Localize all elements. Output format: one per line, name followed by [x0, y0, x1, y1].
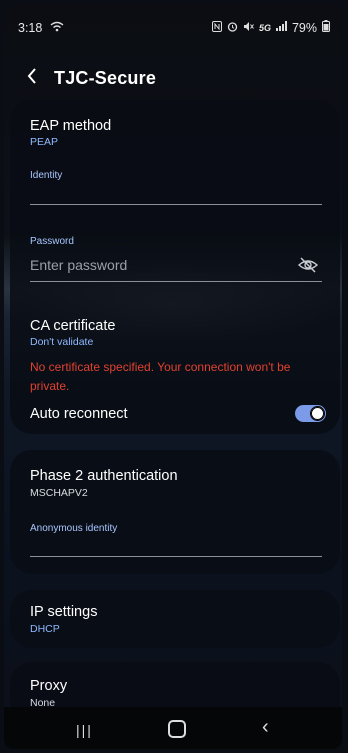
wifi-icon	[50, 21, 64, 35]
auto-reconnect-row[interactable]: Auto reconnect	[10, 400, 340, 430]
back-arrow-icon[interactable]	[26, 66, 38, 90]
ip-settings-card[interactable]: IP settings DHCP	[10, 590, 340, 648]
auto-reconnect-toggle[interactable]	[295, 405, 326, 422]
ca-warning-text: No certificate specified. Your connectio…	[30, 360, 291, 393]
anonymous-identity-field[interactable]	[30, 534, 322, 554]
password-placeholder: Enter password	[30, 257, 128, 273]
navigation-bar: ||| ‹	[4, 707, 342, 749]
status-bar: 3:18 5G 79%	[4, 4, 342, 42]
recent-apps-icon[interactable]: |||	[76, 722, 93, 738]
status-time: 3:18	[18, 21, 43, 35]
phase2-row[interactable]: Phase 2 authentication MSCHAPV2	[10, 450, 340, 506]
eap-method-label: EAP method	[30, 118, 112, 134]
anonymous-identity-underline	[30, 556, 322, 557]
security-settings-card: EAP method PEAP Identity Password Enter …	[10, 100, 340, 434]
ip-settings-value: DHCP	[30, 623, 60, 635]
eye-off-icon[interactable]	[297, 257, 319, 278]
password-field[interactable]: Enter password	[10, 250, 340, 280]
phone-screen: 3:18 5G 79% TJC-Secure EAP method PEAP I…	[4, 4, 342, 749]
ca-certificate-label: CA certificate	[30, 318, 116, 334]
identity-underline	[30, 204, 322, 205]
nfc-icon	[211, 20, 222, 35]
page-title: TJC-Secure	[54, 68, 157, 88]
phase2-value: MSCHAPV2	[30, 487, 88, 499]
battery-icon	[322, 20, 330, 35]
app-header: TJC-Secure	[4, 60, 342, 100]
password-underline	[30, 281, 322, 282]
anonymous-identity-label: Anonymous identity	[30, 523, 118, 534]
auto-reconnect-label: Auto reconnect	[30, 406, 128, 422]
mute-icon	[243, 21, 254, 35]
home-icon[interactable]	[168, 720, 186, 738]
identity-field[interactable]	[30, 180, 322, 202]
password-label: Password	[30, 236, 74, 247]
eap-method-row[interactable]: EAP method PEAP	[10, 100, 340, 152]
toggle-knob	[310, 406, 325, 421]
eap-method-value: PEAP	[30, 136, 59, 148]
back-icon[interactable]: ‹	[262, 716, 269, 739]
status-icons: 5G 79%	[211, 20, 330, 35]
proxy-label: Proxy	[30, 678, 68, 694]
network-label: 5G	[258, 22, 271, 33]
alarm-icon	[227, 21, 238, 35]
ca-certificate-value: Don't validate	[30, 336, 94, 348]
battery-percent: 79%	[291, 20, 317, 35]
phase2-card: Phase 2 authentication MSCHAPV2 Anonymou…	[10, 450, 340, 574]
ip-settings-label: IP settings	[30, 604, 98, 620]
phase2-label: Phase 2 authentication	[30, 468, 178, 484]
signal-icon	[275, 21, 287, 34]
ca-certificate-row[interactable]: CA certificate Don't validate	[10, 308, 340, 348]
